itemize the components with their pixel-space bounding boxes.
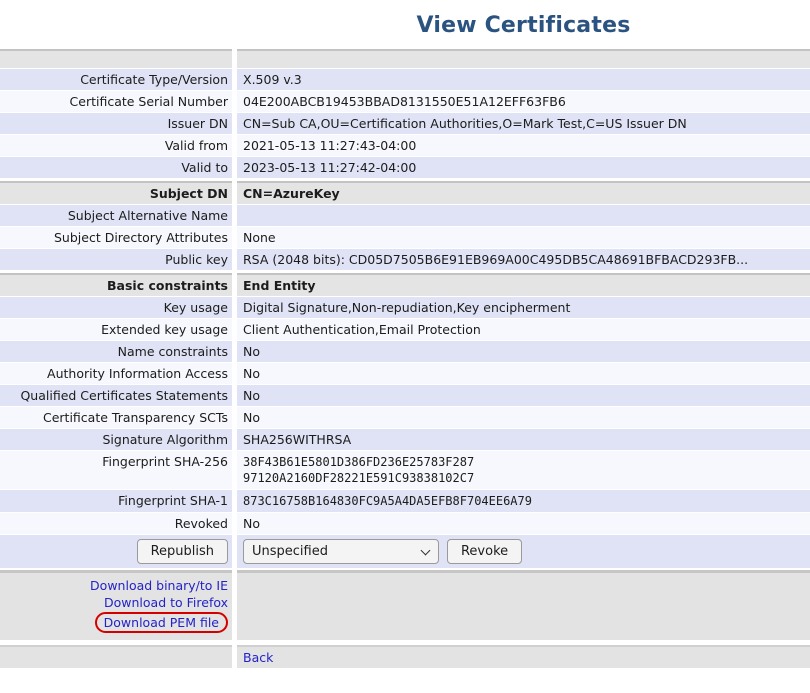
- field-value: No: [237, 385, 810, 406]
- row-public-key: Public key RSA (2048 bits): CD05D7505B6E…: [0, 249, 810, 270]
- back-row-left: [0, 645, 232, 668]
- row-subject-directory-attributes: Subject Directory Attributes None: [0, 227, 810, 248]
- section-header-label: Basic constraints: [0, 273, 232, 296]
- field-value: 2021-05-13 11:27:43-04:00: [237, 135, 810, 156]
- field-label: Valid from: [0, 135, 232, 156]
- download-firefox-link[interactable]: Download to Firefox: [2, 594, 228, 611]
- row-subject-alternative-name: Subject Alternative Name: [0, 205, 810, 226]
- republish-button[interactable]: Republish: [137, 539, 228, 564]
- row-fingerprint-sha-1: Fingerprint SHA-1 873C16758B164830FC9A5A…: [0, 490, 810, 512]
- field-label: Authority Information Access: [0, 363, 232, 384]
- field-label: Revoked: [0, 513, 232, 534]
- section-header-subject-dn: Subject DN CN=AzureKey: [0, 181, 810, 204]
- field-label: Qualified Certificates Statements: [0, 385, 232, 406]
- fingerprint-sha256-line2: 97120A2160DF28221E591C93838102C7: [243, 470, 804, 486]
- row-signature-algorithm: Signature Algorithm SHA256WITHRSA: [0, 429, 810, 450]
- field-value: 2023-05-13 11:27:42-04:00: [237, 157, 810, 178]
- field-label: Key usage: [0, 297, 232, 318]
- field-label: Public key: [0, 249, 232, 270]
- field-value: 38F43B61E5801D386FD236E25783F287 97120A2…: [237, 451, 810, 489]
- field-label: Certificate Serial Number: [0, 91, 232, 112]
- field-value: None: [237, 227, 810, 248]
- section-header-value: CN=AzureKey: [237, 181, 810, 204]
- downloads-links: Download binary/to IE Download to Firefo…: [0, 570, 232, 640]
- field-value: No: [237, 363, 810, 384]
- field-value: Digital Signature,Non-repudiation,Key en…: [237, 297, 810, 318]
- field-value: RSA (2048 bits): CD05D7505B6E91EB969A00C…: [237, 249, 810, 270]
- revocation-reason-select-wrap: Unspecified: [243, 539, 439, 564]
- action-row-left: Republish: [0, 535, 232, 568]
- section-header-value: End Entity: [237, 273, 810, 296]
- row-authority-information-access: Authority Information Access No: [0, 363, 810, 384]
- row-certificate-serial-number: Certificate Serial Number 04E200ABCB1945…: [0, 91, 810, 112]
- section-header-label: Subject DN: [0, 181, 232, 204]
- field-value: No: [237, 341, 810, 362]
- field-label: Issuer DN: [0, 113, 232, 134]
- revoke-button[interactable]: Revoke: [447, 539, 522, 564]
- back-link[interactable]: Back: [243, 650, 273, 665]
- download-pem-link[interactable]: Download PEM file: [104, 615, 219, 630]
- field-label: Valid to: [0, 157, 232, 178]
- field-label: Subject Directory Attributes: [0, 227, 232, 248]
- action-row: Republish Unspecified Revoke: [0, 535, 810, 568]
- field-label: Signature Algorithm: [0, 429, 232, 450]
- field-label: Fingerprint SHA-256: [0, 451, 232, 489]
- section-header-general: [0, 49, 810, 68]
- back-row-right: Back: [237, 645, 810, 668]
- downloads-block: Download binary/to IE Download to Firefo…: [0, 570, 810, 640]
- action-row-right: Unspecified Revoke: [237, 535, 810, 568]
- red-ellipse-annotation: Download PEM file: [95, 612, 228, 633]
- field-value: No: [237, 513, 810, 534]
- field-value: 873C16758B164830FC9A5A4DA5EFB8F704EE6A79: [237, 490, 810, 512]
- revocation-reason-select[interactable]: Unspecified: [243, 539, 439, 564]
- field-value: No: [237, 407, 810, 428]
- field-label: Fingerprint SHA-1: [0, 490, 232, 512]
- row-fingerprint-sha-256: Fingerprint SHA-256 38F43B61E5801D386FD2…: [0, 451, 810, 489]
- field-value: 04E200ABCB19453BBAD8131550E51A12EFF63FB6: [237, 91, 810, 112]
- field-label: Extended key usage: [0, 319, 232, 340]
- row-certificate-type-version: Certificate Type/Version X.509 v.3: [0, 69, 810, 90]
- section-header-label: [0, 49, 232, 68]
- section-header-value: [237, 49, 810, 68]
- download-binary-ie-link[interactable]: Download binary/to IE: [2, 577, 228, 594]
- row-issuer-dn: Issuer DN CN=Sub CA,OU=Certification Aut…: [0, 113, 810, 134]
- field-label: Name constraints: [0, 341, 232, 362]
- row-extended-key-usage: Extended key usage Client Authentication…: [0, 319, 810, 340]
- field-label: Subject Alternative Name: [0, 205, 232, 226]
- field-label: Certificate Transparency SCTs: [0, 407, 232, 428]
- field-value: SHA256WITHRSA: [237, 429, 810, 450]
- field-value: [237, 205, 810, 226]
- row-qualified-certificates-statements: Qualified Certificates Statements No: [0, 385, 810, 406]
- field-value: X.509 v.3: [237, 69, 810, 90]
- back-row: Back: [0, 645, 810, 668]
- row-name-constraints: Name constraints No: [0, 341, 810, 362]
- fingerprint-sha256-line1: 38F43B61E5801D386FD236E25783F287: [243, 454, 804, 470]
- field-value: Client Authentication,Email Protection: [237, 319, 810, 340]
- row-valid-from: Valid from 2021-05-13 11:27:43-04:00: [0, 135, 810, 156]
- row-key-usage: Key usage Digital Signature,Non-repudiat…: [0, 297, 810, 318]
- page-title: View Certificates: [237, 13, 810, 38]
- row-revoked: Revoked No: [0, 513, 810, 534]
- downloads-block-right: [237, 570, 810, 640]
- certificate-table: Certificate Type/Version X.509 v.3 Certi…: [0, 49, 810, 668]
- row-certificate-transparency-scts: Certificate Transparency SCTs No: [0, 407, 810, 428]
- row-valid-to: Valid to 2023-05-13 11:27:42-04:00: [0, 157, 810, 178]
- field-label: Certificate Type/Version: [0, 69, 232, 90]
- field-value: CN=Sub CA,OU=Certification Authorities,O…: [237, 113, 810, 134]
- section-header-basic-constraints: Basic constraints End Entity: [0, 273, 810, 296]
